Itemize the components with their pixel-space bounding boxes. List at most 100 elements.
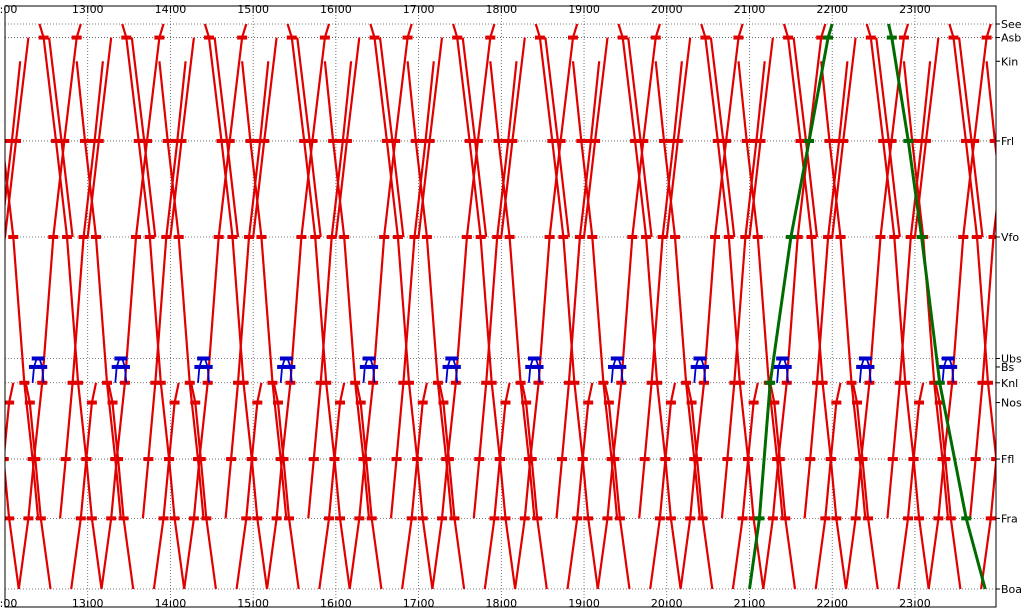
x-tick-label-bottom: 13:00 (72, 597, 104, 610)
station-dwell-red (139, 139, 149, 143)
train-path-red (981, 383, 1006, 589)
station-dwell-red (163, 139, 173, 143)
station-dwell-red (590, 139, 600, 143)
x-tick-label-bottom: 14:00 (155, 597, 187, 610)
station-dwell-red (521, 401, 531, 405)
station-dwell-red (940, 457, 950, 461)
station-dwell-red (949, 36, 959, 40)
station-dwell-blue (200, 356, 210, 360)
station-dwell-red (273, 401, 283, 405)
station-dwell-green (765, 381, 775, 385)
station-dwell-red (285, 381, 295, 385)
timetable-chart: 2:002:0013:0013:0014:0014:0015:0015:0016… (0, 0, 1024, 611)
station-dwell-red (651, 36, 661, 40)
train-path-red (568, 383, 593, 589)
station-dwell-blue (534, 365, 544, 369)
station-dwell-blue (448, 356, 458, 360)
station-dwell-red (68, 381, 78, 385)
station-dwell-green (917, 235, 927, 239)
station-dwell-red (535, 36, 545, 40)
station-dwell-red (576, 139, 586, 143)
station-label: See (1001, 18, 1022, 31)
station-dwell-red (516, 381, 526, 385)
station-dwell-red (342, 139, 352, 143)
station-dwell-red (914, 401, 924, 405)
station-dwell-red (367, 516, 377, 520)
station-dwell-blue (285, 365, 295, 369)
station-dwell-red (214, 235, 224, 239)
station-dwell-red (222, 139, 232, 143)
station-dwell-red (733, 36, 743, 40)
station-dwell-red (718, 139, 728, 143)
station-dwell-red (666, 516, 676, 520)
train-path-red (750, 38, 773, 237)
station-dwell-red (278, 457, 288, 461)
station-dwell-red (782, 381, 792, 385)
station-dwell-red (267, 381, 277, 385)
station-dwell-red (847, 381, 857, 385)
station-dwell-red (170, 401, 180, 405)
station-dwell-red (8, 235, 18, 239)
station-dwell-red (851, 516, 861, 520)
station-dwell-blue (696, 356, 706, 360)
station-dwell-red (449, 516, 459, 520)
station-dwell-red (335, 516, 345, 520)
station-dwell-blue (531, 356, 541, 360)
train-path-red (380, 38, 403, 237)
station-dwell-red (330, 457, 340, 461)
station-dwell-blue (616, 365, 626, 369)
station-dwell-red (296, 235, 306, 239)
station-dwell-red (966, 139, 976, 143)
train-path-green (750, 24, 833, 589)
station-dwell-red (328, 139, 338, 143)
station-dwell-red (982, 36, 992, 40)
station-dwell-red (826, 457, 836, 461)
station-dwell-red (805, 457, 815, 461)
station-dwell-red (113, 457, 123, 461)
train-path-red (816, 383, 841, 589)
train-path-red (832, 38, 855, 237)
station-dwell-red (583, 401, 593, 405)
station-dwell-red (583, 516, 593, 520)
station-dwell-red (452, 36, 462, 40)
x-tick-label-bottom: 21:00 (734, 597, 766, 610)
station-dwell-blue (120, 365, 130, 369)
train-path-red (77, 61, 121, 518)
station-dwell-red (320, 36, 330, 40)
station-dwell-red (354, 516, 364, 520)
station-dwell-red (437, 516, 447, 520)
train-path-red (336, 38, 359, 237)
station-dwell-red (4, 516, 14, 520)
station-dwell-red (972, 235, 982, 239)
train-path-red (325, 61, 369, 518)
train-path-red (242, 61, 286, 518)
station-dwell-red (838, 139, 848, 143)
station-label: Ffl (1001, 453, 1014, 466)
station-dwell-green (754, 516, 764, 520)
train-path-red (584, 38, 608, 237)
station-dwell-red (36, 516, 46, 520)
station-dwell-red (495, 457, 505, 461)
station-dwell-blue (117, 356, 127, 360)
train-path-red (0, 61, 38, 518)
station-dwell-red (0, 457, 9, 461)
station-dwell-red (387, 139, 397, 143)
station-dwell-red (94, 139, 104, 143)
station-dwell-red (164, 457, 174, 461)
station-dwell-red (438, 401, 448, 405)
station-dwell-red (743, 457, 753, 461)
station-dwell-red (11, 139, 21, 143)
station-dwell-red (666, 401, 676, 405)
x-tick-label-top: 23:00 (899, 3, 931, 16)
station-dwell-red (102, 381, 112, 385)
train-path-red (71, 383, 96, 589)
station-dwell-red (831, 516, 841, 520)
x-tick-label-bottom: 17:00 (403, 597, 435, 610)
station-dwell-red (61, 457, 71, 461)
station-dwell-red (241, 516, 251, 520)
station-dwell-green (887, 36, 897, 40)
station-dwell-red (476, 235, 486, 239)
station-dwell-red (659, 139, 669, 143)
train-path-red (656, 61, 700, 518)
station-label: Frl (1001, 135, 1014, 148)
